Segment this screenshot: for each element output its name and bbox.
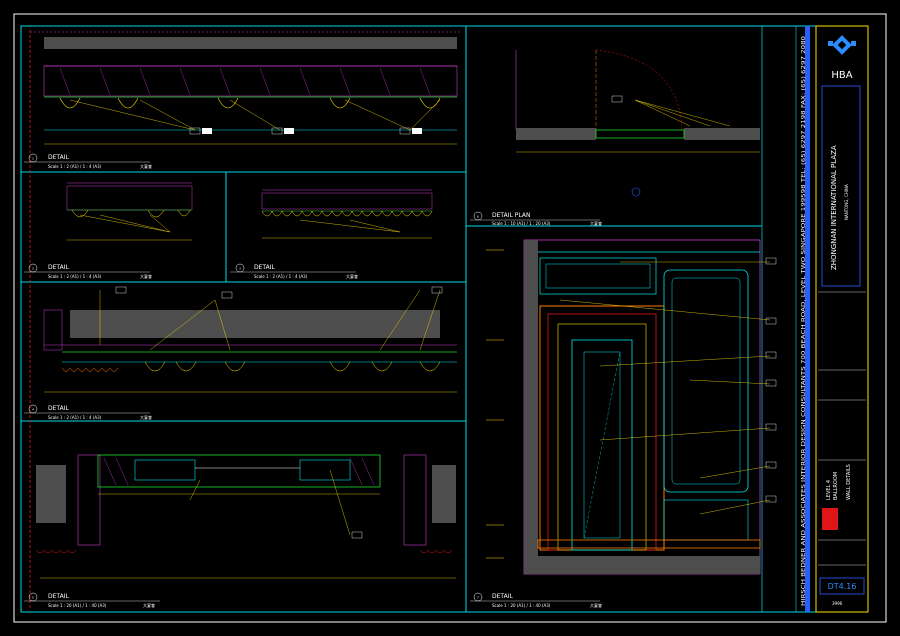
column-right	[432, 465, 456, 523]
detail-scale: Scale 1 : 2 (A1) / 1 : 4 (A3)	[254, 274, 308, 279]
detail-number: 6	[477, 215, 479, 219]
detail-number: 1	[32, 157, 34, 161]
room-text: BALLROOM	[833, 472, 839, 500]
floor-slab-left	[516, 128, 596, 140]
detail-room-cn: 大宴會	[140, 163, 152, 169]
tag-box	[202, 128, 212, 134]
ceiling-beam	[70, 310, 440, 338]
floor-slab-right	[684, 128, 760, 140]
detail-room-cn: 大宴會	[346, 273, 358, 279]
detail-title: DETAIL PLAN	[492, 212, 530, 219]
detail-room-cn: 大宴會	[143, 602, 155, 608]
red-stamp	[822, 508, 838, 530]
detail-scale: Scale 1 : 2 (A1) / 1 : 4 (A3)	[48, 415, 102, 420]
left-wall-section	[524, 240, 538, 574]
drawing-number: DT4.16	[828, 582, 857, 591]
project-name: ZHONGNAN INTERNATIONAL PLAZA	[830, 145, 838, 270]
detail-room-cn: 大宴會	[590, 602, 602, 608]
detail-room-cn: 大宴會	[140, 414, 152, 420]
detail-title: DETAIL	[48, 405, 69, 412]
tag-box	[284, 128, 294, 134]
project-location: NANTONG, CHINA	[844, 184, 849, 220]
detail-number: 2	[32, 267, 34, 271]
consultant-address: HIRSCH BEDNER AND ASSOCIATES INTERIOR DE…	[801, 36, 807, 606]
tag-box	[412, 128, 422, 134]
detail-title: DETAIL	[48, 264, 69, 271]
ceiling-slab	[44, 37, 457, 49]
detail-room-cn: 大宴會	[590, 220, 602, 226]
level-text: LEVEL 4	[826, 480, 832, 500]
detail-number: 7	[477, 596, 479, 600]
detail-number: 3	[239, 267, 241, 271]
sheet-title: WALL DETAILS	[846, 464, 852, 500]
sheet-code: 3996	[832, 601, 843, 606]
detail-room-cn: 大宴會	[140, 273, 152, 279]
detail-title: DETAIL	[48, 154, 69, 161]
cad-drawing-sheet: 1 DETAIL Scale 1 : 2 (A1) / 1 : 4 (A3) 大…	[0, 0, 900, 636]
floor-slab	[538, 556, 760, 574]
detail-title: DETAIL	[492, 593, 513, 600]
detail-number: 5	[32, 596, 34, 600]
detail-scale: Scale 1 : 2 (A1) / 1 : 4 (A3)	[48, 164, 102, 169]
detail-title: DETAIL	[254, 264, 275, 271]
logo-text: HBA	[831, 70, 852, 81]
detail-scale: Scale 1 : 20 (A1) / 1 : 40 (A3)	[48, 603, 107, 608]
detail-scale: Scale 1 : 20 (A1) / 1 : 40 (A3)	[492, 603, 551, 608]
detail-scale: Scale 1 : 10 (A1) / 1 : 20 (A3)	[492, 221, 551, 226]
detail-title: DETAIL	[48, 593, 69, 600]
detail-number: 4	[32, 408, 34, 412]
column-left	[36, 465, 66, 523]
detail-scale: Scale 1 : 2 (A1) / 1 : 4 (A3)	[48, 274, 102, 279]
